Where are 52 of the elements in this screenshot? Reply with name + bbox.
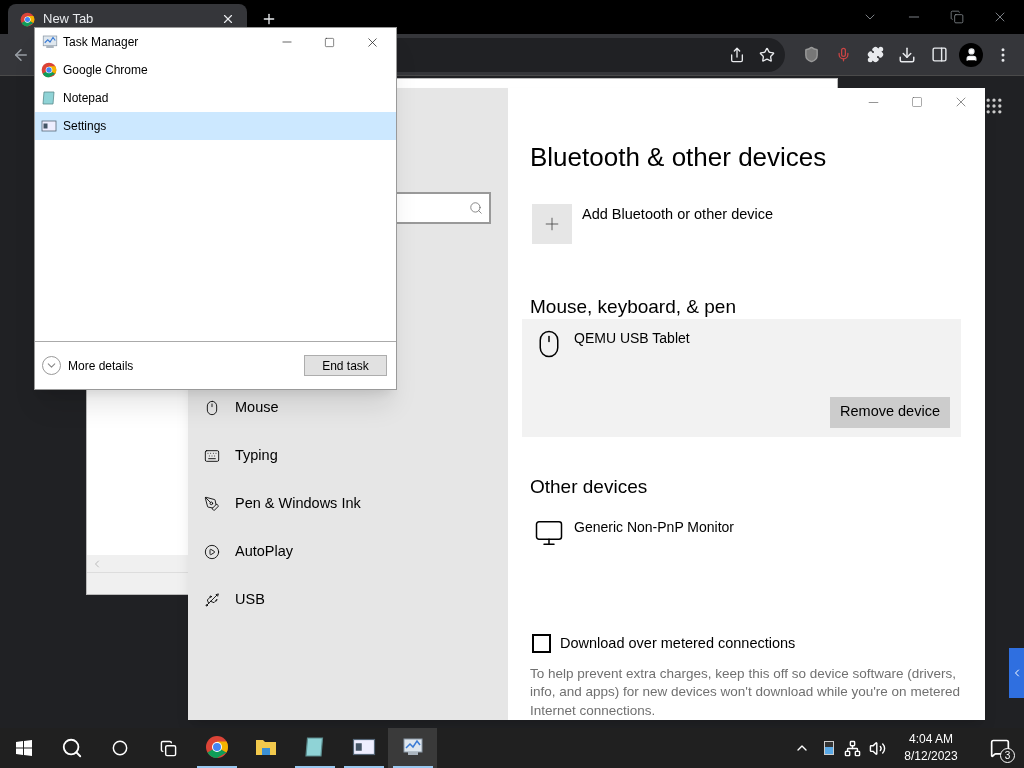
taskbar-app[interactable] (388, 728, 437, 768)
pen-icon (204, 496, 220, 512)
volume-icon[interactable] (869, 739, 886, 757)
app-list-item[interactable]: Settings (35, 112, 396, 140)
checkbox[interactable] (532, 634, 551, 654)
search-icon (469, 201, 483, 215)
task-manager-icon (41, 33, 59, 51)
page-heading: Bluetooth & other devices (530, 140, 828, 173)
nav-item[interactable]: Typing (188, 432, 508, 480)
notification-icon[interactable] (990, 738, 1010, 758)
window-icon (41, 118, 57, 134)
restore-icon[interactable] (950, 10, 964, 24)
device-item[interactable]: QEMU USB Tablet Remove device (522, 318, 961, 437)
notification-count: 3 (1000, 748, 1015, 763)
app-list-item[interactable]: Notepad (35, 84, 396, 112)
section-heading: Other devices (530, 475, 649, 498)
keyboard-icon (204, 448, 220, 464)
description-text: To help prevent extra charges, keep this off so device software (drivers, info, and apps) for new devices won't download while you're on metered Internet connections. (530, 664, 961, 720)
new-tab-icon[interactable] (261, 11, 277, 27)
maximize-icon[interactable] (324, 36, 335, 48)
clock[interactable]: 4:04 AM 8/12/2023 (896, 731, 966, 765)
more-details-button[interactable]: More details (42, 356, 134, 375)
section-heading: Mouse, keyboard, & pen (530, 295, 737, 318)
circle-icon (112, 740, 128, 756)
search-icon (61, 737, 83, 759)
play-icon (204, 544, 220, 560)
end-task-button[interactable]: End task (304, 355, 387, 376)
windows-icon (16, 740, 32, 756)
task-view-icon (159, 739, 177, 757)
checkbox-label[interactable]: Download over metered connections (560, 632, 796, 655)
star-icon[interactable] (759, 46, 775, 63)
share-icon[interactable] (729, 46, 745, 63)
nav-item[interactable]: Pen & Windows Ink (188, 480, 508, 528)
tab-title: New Tab (43, 10, 95, 29)
nav-item[interactable]: AutoPlay (188, 528, 508, 576)
add-device-label[interactable]: Add Bluetooth or other device (582, 203, 774, 224)
notepad-icon (41, 90, 57, 106)
battery-icon[interactable] (824, 741, 834, 755)
chrome-icon (41, 62, 57, 78)
device-item[interactable]: Generic Non-PnP Monitor (522, 507, 961, 548)
network-icon[interactable] (844, 739, 861, 757)
chrome-icon (204, 735, 229, 759)
usb-icon (204, 592, 220, 608)
app-list-item[interactable]: Google Chrome (35, 56, 396, 84)
remove-device-button[interactable]: Remove device (830, 396, 950, 428)
apps-grid-icon[interactable] (984, 96, 1004, 116)
window-title: Task Manager (63, 34, 140, 51)
close-icon[interactable] (221, 12, 235, 26)
add-device-button[interactable] (532, 203, 572, 244)
nav-item[interactable]: USB (188, 576, 508, 624)
mouse-icon (204, 400, 220, 416)
chrome-icon (20, 11, 35, 27)
